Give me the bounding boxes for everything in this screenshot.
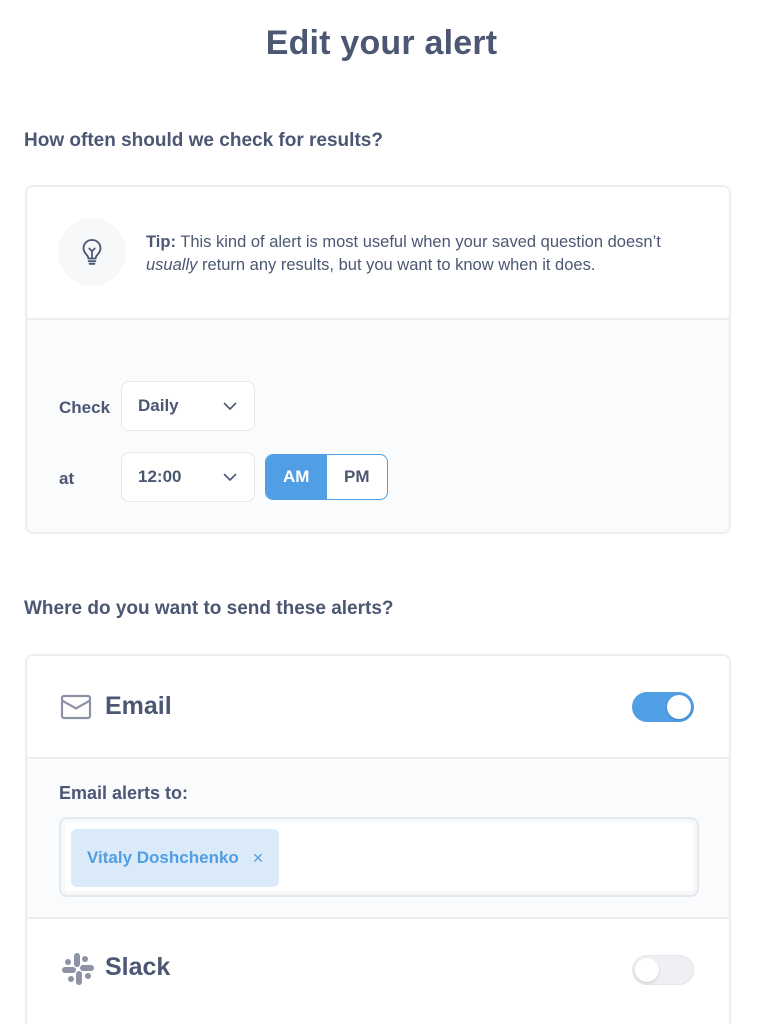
chevron-down-icon [223,473,237,481]
page-title: Edit your alert [265,24,498,62]
schedule-card: Tip: This kind of alert is most useful w… [25,185,731,534]
recipient-name: Vitaly Doshchenko [87,848,239,867]
email-channel-row: Email [27,656,729,757]
email-channel-label: Email [105,692,172,720]
envelope-icon [60,694,92,720]
toggle-knob [635,958,659,982]
tip-panel: Tip: This kind of alert is most useful w… [27,187,729,320]
tip-emphasis: usually [146,256,198,274]
schedule-heading: How often should we check for results? [24,130,383,151]
email-recipients-panel: Email alerts to: Vitaly Doshchenko × [27,757,729,919]
tip-body-2: return any results, but you want to know… [197,256,596,274]
pm-button[interactable]: PM [327,455,388,499]
check-label: Check [59,398,111,417]
edit-alert-page: Edit your alert How often should we chec… [0,0,763,1024]
remove-recipient-icon[interactable]: × [253,848,264,869]
am-button[interactable]: AM [266,455,327,499]
slack-toggle[interactable] [632,955,694,985]
at-label: at [59,469,75,488]
recipient-pill: Vitaly Doshchenko × [71,829,280,887]
email-recipients-label: Email alerts to: [59,783,189,803]
slack-icon [62,953,94,985]
frequency-select[interactable]: Daily [121,381,255,431]
channels-heading: Where do you want to send these alerts? [24,598,394,619]
chevron-down-icon [223,402,237,410]
frequency-value: Daily [138,396,179,415]
recipient-input[interactable]: Vitaly Doshchenko × [59,817,699,897]
time-select[interactable]: 12:00 [121,452,255,502]
time-value: 12:00 [138,467,182,486]
toggle-knob [667,695,691,719]
email-toggle[interactable] [632,692,694,722]
channels-card: Email Email alerts to: Vitaly Doshchenko… [25,654,731,1024]
slack-channel-row: Slack [27,919,729,1020]
tip-text: Tip: This kind of alert is most useful w… [146,231,706,277]
slack-channel-label: Slack [105,953,171,981]
tip-label: Tip: [146,233,176,251]
tip-body-1: This kind of alert is most useful when y… [175,233,661,251]
am-pm-toggle: AM PM [265,454,388,500]
schedule-controls: Check Daily at 12:00 AM PM [27,320,729,532]
lightbulb-icon [58,218,126,286]
